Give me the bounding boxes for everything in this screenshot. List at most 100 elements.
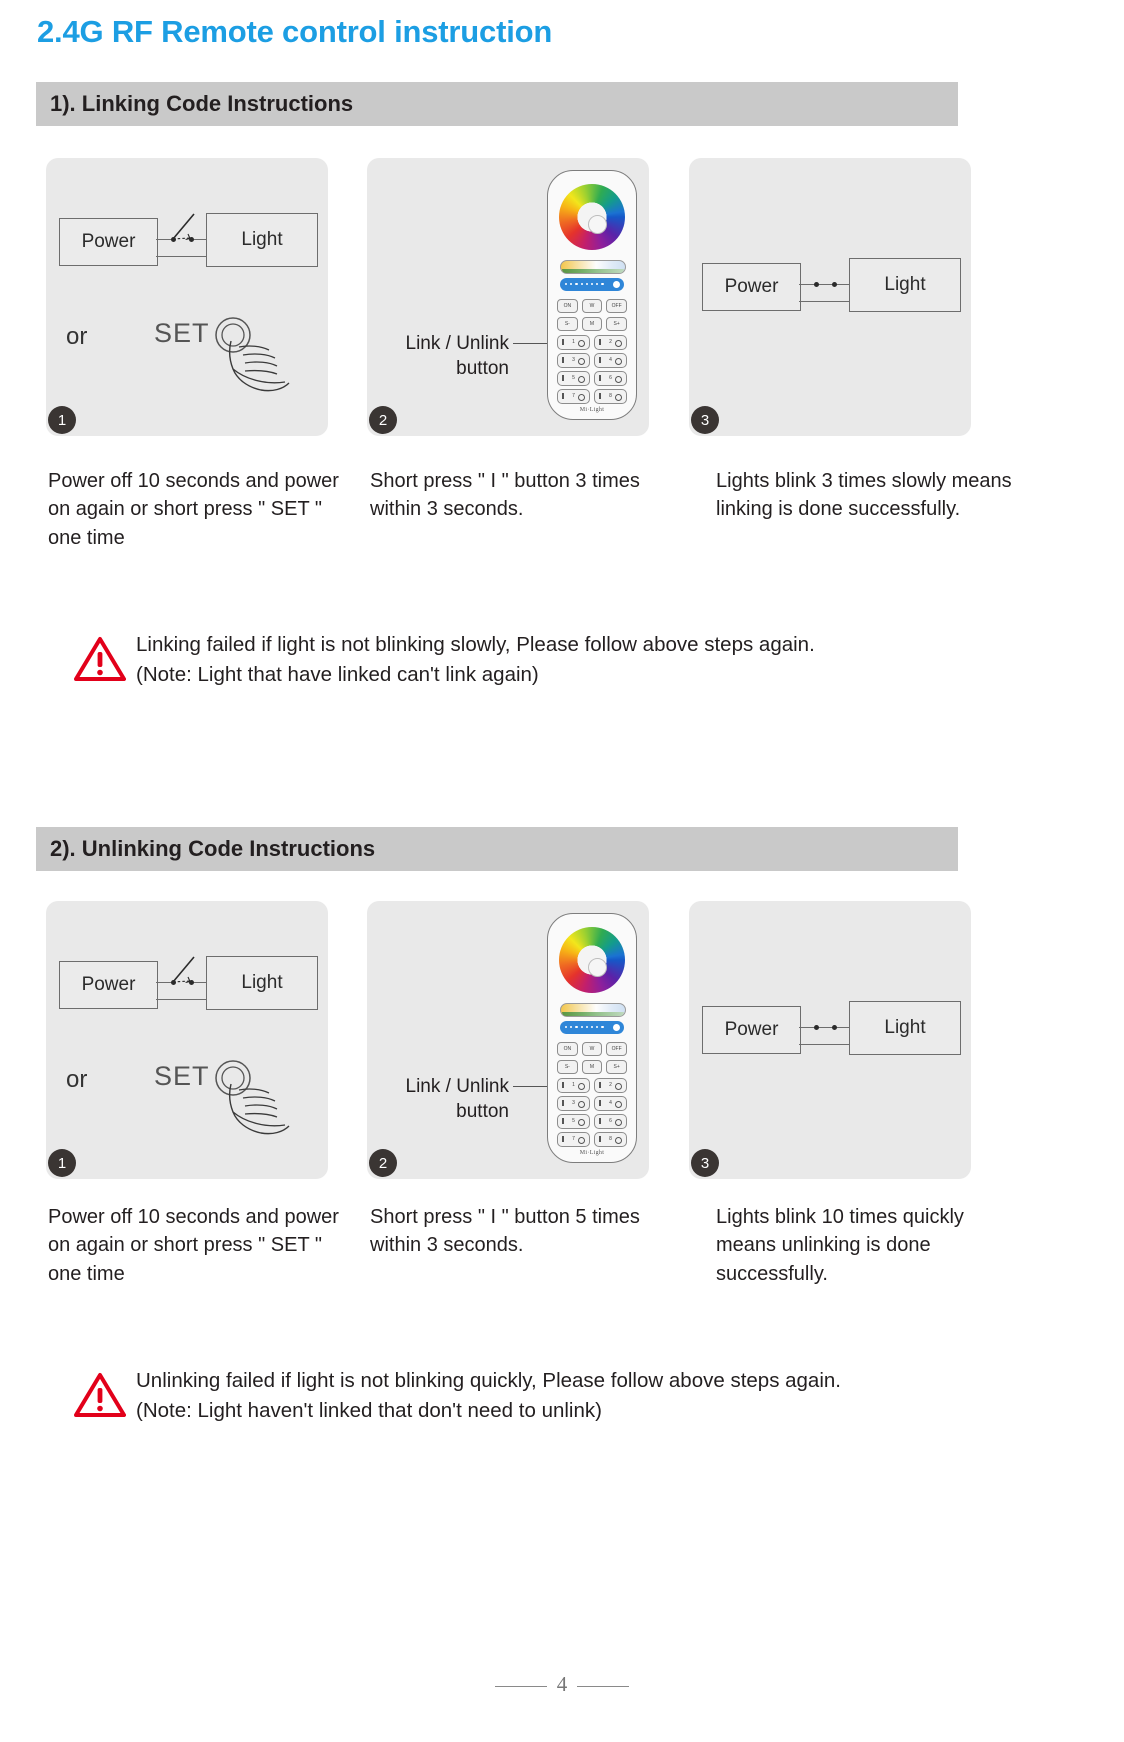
zone-number: 2 bbox=[609, 339, 612, 346]
remote-control[interactable]: ON W OFF S- M S+ 1 2 3 4 5 6 7 8 Mi·Ligh… bbox=[547, 170, 637, 420]
page-footer: 4 bbox=[0, 1672, 1124, 1697]
warning-note-linking: Linking failed if light is not blinking … bbox=[74, 633, 815, 687]
remote-zone-row-4: 7 8 bbox=[557, 389, 627, 404]
zone-off-icon bbox=[615, 357, 622, 365]
remote-button-s-minus[interactable]: S- bbox=[557, 1060, 578, 1074]
color-wheel-center[interactable] bbox=[588, 958, 607, 977]
color-temperature-slider[interactable] bbox=[560, 260, 626, 274]
section-title-unlinking: 2). Unlinking Code Instructions bbox=[50, 836, 376, 861]
remote-button-m[interactable]: M bbox=[581, 1060, 603, 1074]
switch-blade-icon bbox=[172, 213, 195, 240]
remote-brand-logo: Mi·Light bbox=[579, 407, 605, 413]
remote-button-s-plus[interactable]: S+ bbox=[606, 1060, 628, 1074]
remote-zone-button-4[interactable]: 4 bbox=[594, 353, 627, 368]
zone-on-icon bbox=[599, 1136, 601, 1143]
light-box: Light bbox=[206, 213, 318, 267]
remote-button-s-minus[interactable]: S- bbox=[557, 317, 578, 331]
zone-on-icon bbox=[599, 375, 601, 382]
remote-zone-button-7[interactable]: 7 bbox=[557, 1132, 590, 1147]
color-temperature-slider[interactable] bbox=[560, 1003, 626, 1017]
leader-label-line1: Link / Unlink bbox=[405, 1076, 510, 1097]
brightness-dots bbox=[565, 283, 604, 286]
remote-zone-button-8[interactable]: 8 bbox=[594, 1132, 627, 1147]
power-box: Power bbox=[59, 218, 158, 266]
step-panel-2-3: Power Light 3 bbox=[689, 901, 971, 1179]
section-title-linking: 1). Linking Code Instructions bbox=[50, 91, 354, 116]
warning-triangle-icon bbox=[74, 637, 126, 681]
remote-zone-button-3[interactable]: 3 bbox=[557, 1096, 590, 1111]
remote-zone-button-4[interactable]: 4 bbox=[594, 1096, 627, 1111]
remote-zone-button-1[interactable]: 1 bbox=[557, 1078, 590, 1093]
remote-zone-row-4: 7 8 bbox=[557, 1132, 627, 1147]
switch-blade-icon bbox=[172, 956, 195, 983]
hand-press-icon bbox=[215, 1060, 290, 1135]
remote-zone-button-7[interactable]: 7 bbox=[557, 389, 590, 404]
remote-zone-button-1[interactable]: 1 bbox=[557, 335, 590, 350]
brightness-slider[interactable] bbox=[560, 278, 624, 291]
brightness-slider[interactable] bbox=[560, 1021, 624, 1034]
remote-zone-button-5[interactable]: 5 bbox=[557, 1114, 590, 1129]
remote-control[interactable]: ON W OFF S- M S+ 1 2 3 4 5 6 7 8 Mi·Ligh… bbox=[547, 913, 637, 1163]
remote-row-onwoff: ON W OFF bbox=[557, 1042, 628, 1056]
remote-button-w[interactable]: W bbox=[581, 1042, 603, 1056]
remote-zone-button-8[interactable]: 8 bbox=[594, 389, 627, 404]
remote-button-w[interactable]: W bbox=[581, 299, 603, 313]
color-wheel-icon[interactable] bbox=[559, 927, 625, 993]
note-line-1: Linking failed if light is not blinking … bbox=[136, 633, 815, 656]
wire-bottom bbox=[799, 1044, 850, 1046]
color-wheel-icon[interactable] bbox=[559, 184, 625, 250]
zone-number: 8 bbox=[609, 393, 612, 400]
contact-left bbox=[814, 282, 819, 287]
leader-label-2-2: Link / Unlink button bbox=[359, 1075, 510, 1124]
zone-on-icon bbox=[599, 1100, 601, 1107]
remote-zone-row-3: 5 6 bbox=[557, 1114, 627, 1129]
zone-off-icon bbox=[615, 393, 622, 401]
remote-button-grid: ON W OFF S- M S+ 1 2 3 4 5 6 7 8 bbox=[557, 1042, 628, 1150]
remote-zone-button-3[interactable]: 3 bbox=[557, 353, 590, 368]
light-box: Light bbox=[849, 1001, 961, 1055]
remote-zone-button-2[interactable]: 2 bbox=[594, 335, 627, 350]
wire-top bbox=[799, 284, 850, 286]
wire-top bbox=[799, 1027, 850, 1029]
zone-off-icon bbox=[578, 1118, 585, 1126]
remote-zone-row-3: 5 6 bbox=[557, 371, 627, 386]
contact-right bbox=[832, 282, 837, 287]
zone-off-icon bbox=[578, 1082, 585, 1090]
remote-row-speed: S- M S+ bbox=[557, 317, 628, 331]
remote-button-on[interactable]: ON bbox=[557, 299, 578, 313]
remote-button-m[interactable]: M bbox=[581, 317, 603, 331]
zone-off-icon bbox=[615, 1136, 622, 1144]
set-label: SET bbox=[154, 1061, 210, 1091]
remote-zone-row-1: 1 2 bbox=[557, 335, 627, 350]
step-caption-1-1: Power off 10 seconds and power on again … bbox=[48, 470, 339, 549]
step-panel-1-1: Power Light or SET 1 bbox=[46, 158, 328, 436]
zone-number: 3 bbox=[572, 1100, 575, 1107]
remote-brand-logo: Mi·Light bbox=[579, 1150, 605, 1156]
remote-button-on[interactable]: ON bbox=[557, 1042, 578, 1056]
zone-on-icon bbox=[562, 1082, 564, 1089]
remote-zone-button-6[interactable]: 6 bbox=[594, 371, 627, 386]
remote-zone-button-2[interactable]: 2 bbox=[594, 1078, 627, 1093]
remote-button-off[interactable]: OFF bbox=[606, 1042, 628, 1056]
wire-bottom bbox=[799, 301, 850, 303]
remote-button-off[interactable]: OFF bbox=[606, 299, 628, 313]
remote-zone-row-2: 3 4 bbox=[557, 353, 627, 368]
zone-off-icon bbox=[578, 339, 585, 347]
light-box: Light bbox=[849, 258, 961, 312]
zone-off-icon bbox=[578, 1100, 585, 1108]
section-header-linking: 1). Linking Code Instructions bbox=[36, 82, 958, 126]
remote-button-s-plus[interactable]: S+ bbox=[606, 317, 628, 331]
hand-press-icon bbox=[215, 317, 290, 392]
light-box: Light bbox=[206, 956, 318, 1010]
remote-zone-button-6[interactable]: 6 bbox=[594, 1114, 627, 1129]
page-title: 2.4G RF Remote control instruction bbox=[37, 14, 553, 49]
remote-row-speed: S- M S+ bbox=[557, 1060, 628, 1074]
color-wheel-center[interactable] bbox=[588, 215, 607, 234]
zone-off-icon bbox=[615, 339, 622, 347]
zone-number: 7 bbox=[572, 393, 575, 400]
remote-zone-button-5[interactable]: 5 bbox=[557, 371, 590, 386]
footer-rule-left bbox=[494, 1685, 547, 1687]
sun-icon bbox=[613, 1024, 620, 1031]
zone-off-icon bbox=[578, 1136, 585, 1144]
zone-number: 1 bbox=[572, 1082, 575, 1089]
